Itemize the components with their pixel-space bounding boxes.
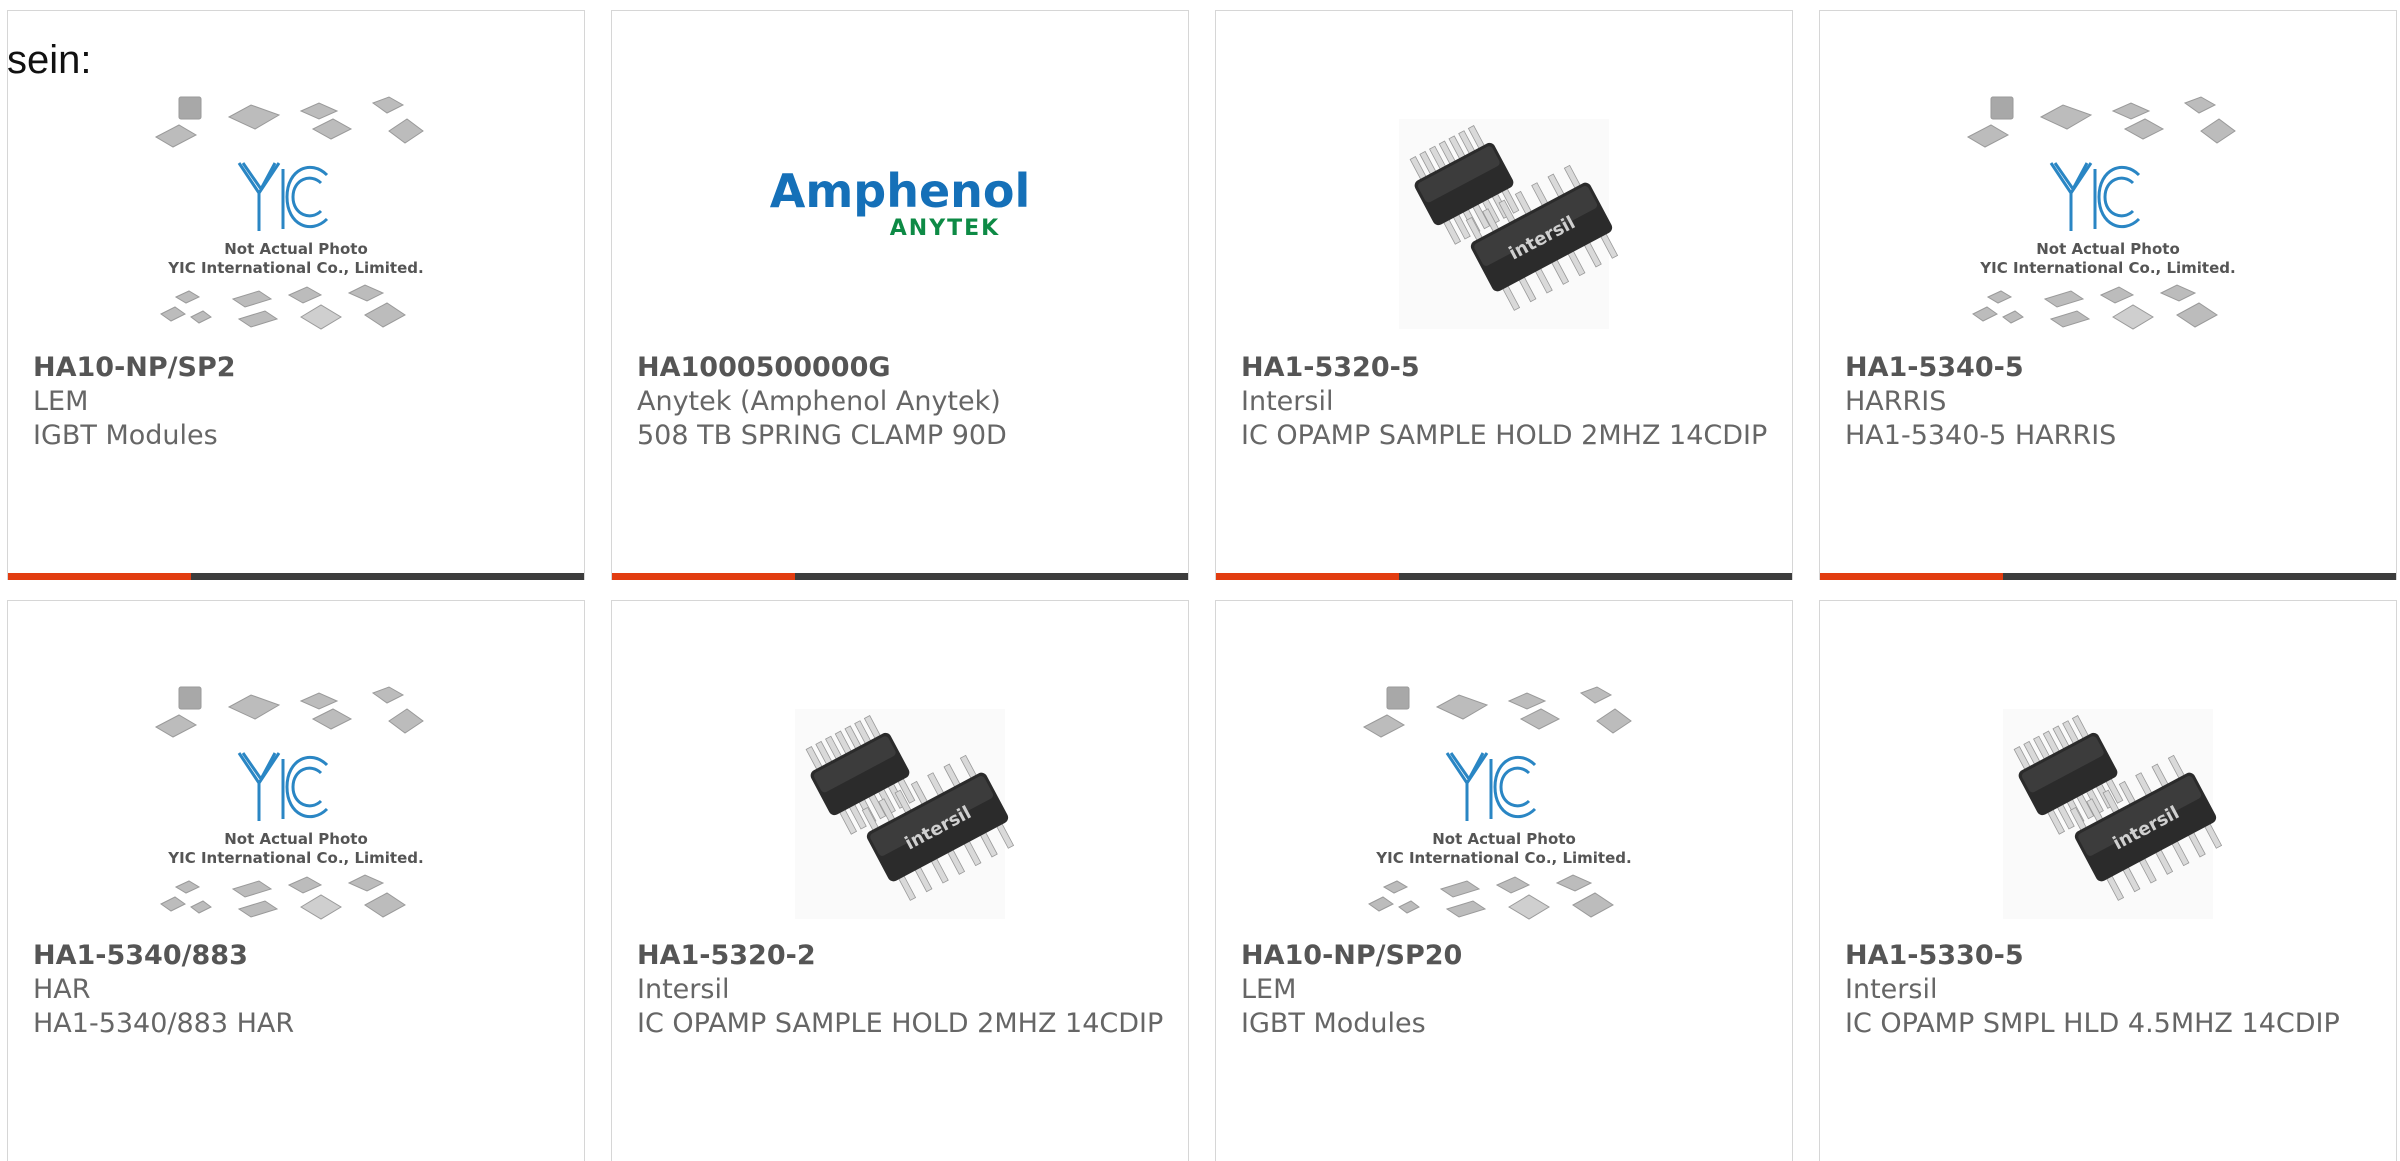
card-bar <box>612 573 1188 580</box>
description: IC OPAMP SMPL HLD 4.5MHZ 14CDIP <box>1845 1008 2340 1039</box>
product-card[interactable]: intersil HA1-5320-2 Intersil IC OPAMP SA… <box>611 600 1189 1161</box>
svg-text:Not Actual Photo: Not Actual Photo <box>1432 830 1576 848</box>
dip-chip-photo: intersil <box>2003 709 2223 919</box>
product-card[interactable]: intersil HA1-5320-5 Intersil IC OPAMP SA… <box>1215 10 1793 580</box>
description: 508 TB SPRING CLAMP 90D <box>637 420 1007 451</box>
product-card[interactable]: Not Actual Photo YIC International Co., … <box>1215 600 1793 1161</box>
amphenol-logo: Amphenol ANYTEK <box>770 164 1031 241</box>
part-number[interactable]: HA1-5340-5 <box>1845 351 2376 385</box>
manufacturer: HARRIS <box>1845 386 1947 417</box>
description: HA1-5340/883 HAR <box>33 1008 295 1039</box>
product-card[interactable]: Not Actual Photo YIC International Co., … <box>1819 10 2397 580</box>
svg-text:YIC International Co., Limited: YIC International Co., Limited. <box>1979 259 2235 277</box>
svg-text:YIC International Co., Limited: YIC International Co., Limited. <box>1375 849 1631 867</box>
card-bar <box>1216 573 1792 580</box>
svg-text:Not Actual Photo: Not Actual Photo <box>224 830 368 848</box>
svg-text:YIC International Co., Limited: YIC International Co., Limited. <box>167 849 423 867</box>
part-number[interactable]: HA1-5320-5 <box>1241 351 1772 385</box>
product-image-placeholder[interactable]: Not Actual Photo YIC International Co., … <box>151 679 441 949</box>
card-bar <box>1820 573 2396 580</box>
svg-text:Not Actual Photo: Not Actual Photo <box>2036 240 2180 258</box>
description: IC OPAMP SAMPLE HOLD 2MHZ 14CDIP <box>1241 420 1768 451</box>
part-number[interactable]: HA1-5330-5 <box>1845 939 2376 973</box>
yic-placeholder-logo: Not Actual Photo YIC International Co., … <box>154 96 424 330</box>
description: HA1-5340-5 HARRIS <box>1845 420 2117 451</box>
part-number[interactable]: HA1-5320-2 <box>637 939 1168 973</box>
product-image-brand-logo[interactable]: Amphenol ANYTEK <box>755 89 1045 359</box>
product-image-placeholder[interactable]: Not Actual Photo YIC International Co., … <box>1359 679 1649 949</box>
product-image-chip[interactable]: intersil <box>1963 679 2253 949</box>
product-image-placeholder[interactable]: Not Actual Photo YIC International Co., … <box>151 89 441 359</box>
description: IC OPAMP SAMPLE HOLD 2MHZ 14CDIP <box>637 1008 1164 1039</box>
card-bar <box>8 573 584 580</box>
manufacturer: LEM <box>33 386 89 417</box>
product-image-chip[interactable]: intersil <box>1359 89 1649 359</box>
manufacturer: Intersil <box>1241 386 1334 417</box>
manufacturer: Anytek (Amphenol Anytek) <box>637 386 1001 417</box>
product-image-chip[interactable]: intersil <box>755 679 1045 949</box>
svg-text:ANYTEK: ANYTEK <box>890 216 1000 241</box>
dip-chip-photo: intersil <box>1399 119 1619 329</box>
manufacturer: Intersil <box>1845 974 1938 1005</box>
part-number[interactable]: HA10-NP/SP20 <box>1241 939 1772 973</box>
description: IGBT Modules <box>33 420 218 451</box>
product-image-placeholder[interactable]: Not Actual Photo YIC International Co., … <box>1963 89 2253 359</box>
svg-text:Amphenol: Amphenol <box>770 164 1031 218</box>
intro-text: sein: <box>7 38 92 82</box>
part-number[interactable]: HA1000500000G <box>637 351 1168 385</box>
part-number[interactable]: HA10-NP/SP2 <box>33 351 564 385</box>
yic-placeholder-logo: Not Actual Photo YIC International Co., … <box>1362 686 1632 920</box>
product-card[interactable]: intersil HA1-5330-5 Intersil IC OPAMP SM… <box>1819 600 2397 1161</box>
yic-placeholder-logo: Not Actual Photo YIC International Co., … <box>154 686 424 920</box>
product-grid: Not Actual Photo YIC International Co., … <box>0 0 2400 1161</box>
dip-chip-photo: intersil <box>795 709 1015 919</box>
product-card[interactable]: Not Actual Photo YIC International Co., … <box>7 10 585 580</box>
part-number[interactable]: HA1-5340/883 <box>33 939 564 973</box>
manufacturer: LEM <box>1241 974 1297 1005</box>
svg-text:YIC International Co., Limited: YIC International Co., Limited. <box>167 259 423 277</box>
product-card[interactable]: Not Actual Photo YIC International Co., … <box>7 600 585 1161</box>
yic-placeholder-logo: Not Actual Photo YIC International Co., … <box>1966 96 2236 330</box>
product-card[interactable]: Amphenol ANYTEK HA1000500000G Anytek (Am… <box>611 10 1189 580</box>
manufacturer: Intersil <box>637 974 730 1005</box>
manufacturer: HAR <box>33 974 91 1005</box>
svg-text:Not Actual Photo: Not Actual Photo <box>224 240 368 258</box>
description: IGBT Modules <box>1241 1008 1426 1039</box>
